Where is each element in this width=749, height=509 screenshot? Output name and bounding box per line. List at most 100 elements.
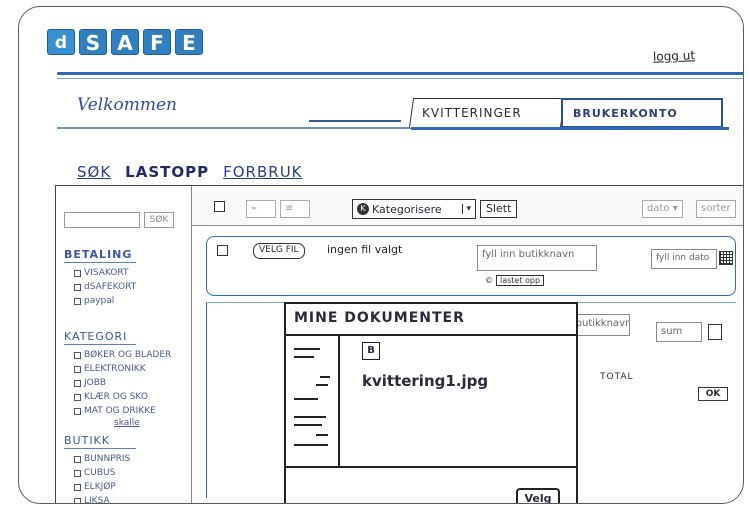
nav-sok[interactable]: SØK bbox=[77, 163, 111, 181]
tabs-underline bbox=[411, 127, 729, 130]
header-divider bbox=[57, 72, 743, 75]
sum-input[interactable]: sum bbox=[656, 322, 702, 342]
sidebar-search-button[interactable]: SØK bbox=[144, 212, 174, 228]
folder-line bbox=[316, 384, 328, 386]
header-divider-thin bbox=[57, 78, 743, 79]
logo-letter: F bbox=[143, 29, 171, 55]
section-underline bbox=[64, 344, 136, 345]
sidebar-search-input[interactable] bbox=[64, 212, 140, 228]
nav-lastopp[interactable]: LASTOPP bbox=[125, 163, 209, 181]
dsafe-logo[interactable]: d S A F E bbox=[47, 29, 203, 55]
store-name-input[interactable]: fyll inn butikknavn bbox=[477, 245, 597, 271]
folder-line bbox=[294, 348, 320, 350]
tab-kvitteringer[interactable]: KVITTERINGER bbox=[408, 98, 566, 128]
my-documents-dialog: MINE DOKUMENTER B kvittering1.jpg Velg bbox=[284, 302, 578, 503]
filter-label: ELKJØP bbox=[84, 482, 116, 492]
section-betaling: BETALING bbox=[64, 248, 133, 261]
sum-checkbox[interactable] bbox=[708, 324, 722, 340]
section-butikk: BUTIKK bbox=[64, 434, 110, 447]
main-window: ⌁ ≡ K Kategorisere ▾ Slett dato ▾ sorter… bbox=[55, 185, 743, 504]
dialog-bottom-divider bbox=[286, 466, 576, 468]
filter-dsafekort[interactable]: dSAFEKORT bbox=[74, 282, 136, 292]
filter-elektronikk[interactable]: ELEKTRONIKK bbox=[74, 364, 146, 374]
filter-visakort[interactable]: VISAKORT bbox=[74, 268, 128, 278]
date-input[interactable]: fyll inn dato bbox=[651, 249, 717, 269]
nav-forbruk[interactable]: FORBRUK bbox=[223, 163, 302, 181]
logout-link[interactable]: logg ut bbox=[653, 48, 696, 63]
filter-klaer[interactable]: KLÆR OG SKO bbox=[74, 392, 148, 402]
category-icon: K bbox=[357, 203, 369, 215]
logo-letter: d bbox=[47, 29, 75, 55]
select-all-checkbox[interactable] bbox=[214, 201, 225, 212]
checkbox[interactable] bbox=[74, 407, 81, 415]
filter-label: LIKSA bbox=[84, 496, 110, 504]
filter-extra-link[interactable]: skalle bbox=[114, 418, 140, 428]
sort-button[interactable]: sorter bbox=[696, 200, 736, 218]
checkbox[interactable] bbox=[74, 455, 81, 463]
chevron-down-icon: ▾ bbox=[462, 204, 471, 214]
uploaded-status: © lastet opp bbox=[485, 275, 545, 286]
folder-line bbox=[294, 444, 328, 446]
choose-file-button[interactable]: VELG FIL bbox=[253, 243, 305, 259]
filter-label: BUNNPRIS bbox=[84, 454, 131, 464]
section-underline bbox=[64, 262, 136, 263]
folder-line bbox=[316, 434, 328, 436]
folder-line bbox=[320, 376, 330, 378]
filter-elkjop[interactable]: ELKJØP bbox=[74, 482, 116, 492]
ok-button[interactable]: OK bbox=[698, 387, 728, 401]
filter-bunnpris[interactable]: BUNNPRIS bbox=[74, 454, 130, 464]
folder-line bbox=[294, 424, 322, 426]
checkbox[interactable] bbox=[74, 269, 81, 277]
welcome-text: Velkommen bbox=[77, 95, 177, 115]
edit-icon[interactable]: ⌁ bbox=[246, 200, 276, 218]
categorize-dropdown[interactable]: K Kategorisere ▾ bbox=[352, 199, 476, 219]
delete-button[interactable]: Slett bbox=[480, 200, 518, 218]
filter-label: CUBUS bbox=[84, 468, 116, 478]
checkbox[interactable] bbox=[74, 379, 81, 387]
choose-button[interactable]: Velg bbox=[516, 488, 560, 503]
filter-label: ELEKTRONIKK bbox=[84, 364, 146, 374]
no-file-text: ingen fil valgt bbox=[327, 243, 403, 256]
logo-letter: E bbox=[175, 29, 203, 55]
subnav: SØK LASTOPP FORBRUK bbox=[77, 163, 303, 181]
calendar-icon[interactable] bbox=[719, 251, 733, 265]
checkbox[interactable] bbox=[74, 283, 81, 291]
filter-label: MAT OG DRIKKE bbox=[84, 406, 156, 416]
date-sort-button[interactable]: dato ▾ bbox=[642, 200, 683, 218]
uploaded-badge: lastet opp bbox=[496, 275, 545, 286]
filter-paypal[interactable]: paypal bbox=[74, 296, 114, 306]
filter-jobb[interactable]: JOBB bbox=[74, 378, 106, 388]
checkbox[interactable] bbox=[74, 393, 81, 401]
checkbox[interactable] bbox=[74, 297, 81, 305]
list-icon[interactable]: ≡ bbox=[280, 200, 310, 218]
filter-cubus[interactable]: CUBUS bbox=[74, 468, 115, 478]
section-underline bbox=[64, 448, 136, 449]
checkbox[interactable] bbox=[74, 497, 81, 503]
folder-line bbox=[294, 416, 326, 418]
folder-line bbox=[294, 398, 318, 400]
tab-brukerkonto[interactable]: BRUKERKONTO bbox=[561, 98, 723, 128]
logo-letter: A bbox=[111, 29, 139, 55]
checkbox[interactable] bbox=[74, 483, 81, 491]
uploaded-mark: © bbox=[485, 276, 493, 285]
checkbox[interactable] bbox=[74, 365, 81, 373]
filter-label: dSAFEKORT bbox=[84, 282, 137, 292]
logo-letter: S bbox=[79, 29, 107, 55]
checkbox[interactable] bbox=[74, 469, 81, 477]
filter-liksa[interactable]: LIKSA bbox=[74, 496, 110, 504]
checkbox[interactable] bbox=[74, 351, 81, 359]
filter-label: VISAKORT bbox=[84, 268, 129, 278]
browser-frame: d S A F E logg ut Velkommen KVITTERINGER… bbox=[18, 6, 744, 504]
filter-mat[interactable]: MAT OG DRIKKE bbox=[74, 406, 156, 416]
file-name[interactable]: kvittering1.jpg bbox=[362, 372, 488, 390]
filter-label: KLÆR OG SKO bbox=[84, 392, 148, 402]
filter-boker[interactable]: BØKER OG BLADER bbox=[74, 350, 171, 360]
filter-sidebar: SØK BETALING VISAKORT dSAFEKORT paypal K… bbox=[56, 186, 192, 504]
welcome-underline bbox=[57, 127, 417, 129]
filter-label: BØKER OG BLADER bbox=[84, 350, 172, 360]
image-file-icon[interactable]: B bbox=[362, 342, 380, 360]
upload-row-checkbox[interactable] bbox=[217, 245, 228, 256]
section-kategori: KATEGORI bbox=[64, 330, 128, 343]
categorize-label: Kategorisere bbox=[372, 202, 442, 216]
dialog-folder-pane[interactable] bbox=[286, 336, 340, 466]
